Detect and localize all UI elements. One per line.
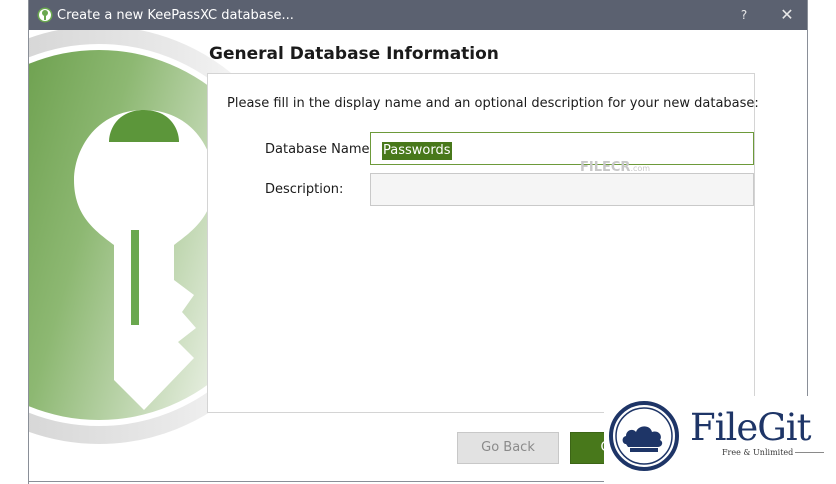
go-back-button[interactable]: Go Back [457,432,559,464]
description-input[interactable] [370,173,754,206]
watermark-suffix: .com [630,164,651,173]
keepassxc-app-icon [37,7,53,23]
database-name-input[interactable]: Passwords [370,132,754,165]
description-label: Description: [265,182,344,197]
instructions-text: Please fill in the display name and an o… [227,96,759,111]
window-title: Create a new KeePassXC database... [57,8,294,23]
help-button[interactable]: ? [729,0,759,30]
filegit-logo-icon [609,401,679,471]
close-button[interactable]: ✕ [769,0,805,30]
database-name-value: Passwords [382,142,452,160]
content-panel [207,73,755,413]
filecr-watermark: FILECR.com [580,160,650,175]
filegit-tagline: Free & Unlimited [720,448,796,457]
filegit-overlay: FileGit Free & Unlimited [604,396,836,484]
database-name-label: Database Name: [265,142,374,157]
title-bar: Create a new KeePassXC database... ? ✕ [29,0,807,30]
filegit-brand: FileGit [690,406,811,449]
page-title: General Database Information [209,44,499,64]
watermark-brand: FILECR [580,160,631,175]
